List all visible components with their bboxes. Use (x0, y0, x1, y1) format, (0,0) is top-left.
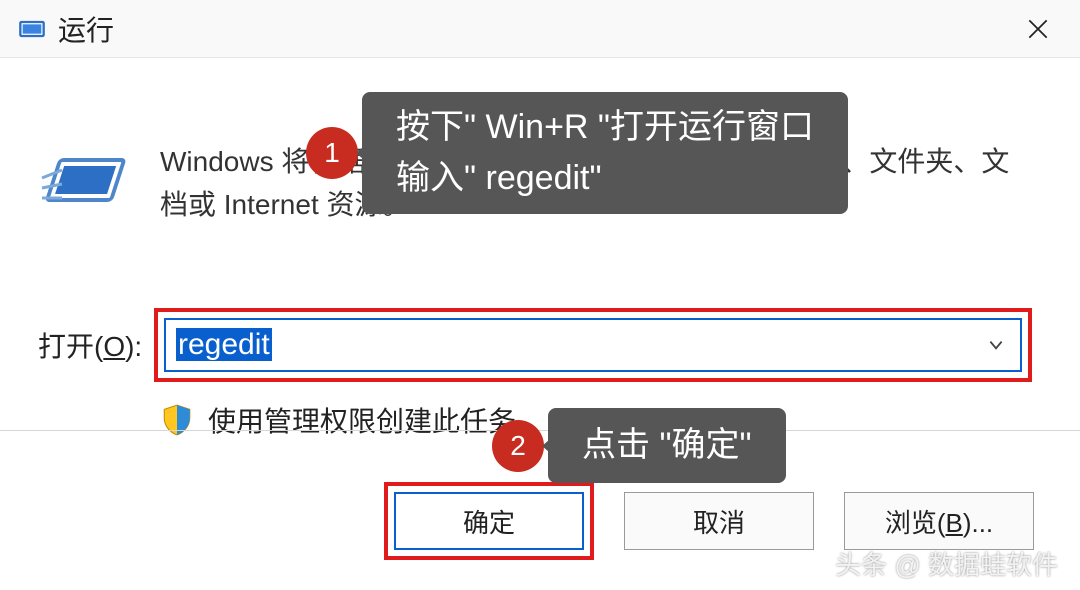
ok-button-label: 确定 (463, 503, 515, 540)
ok-button[interactable]: 确定 (394, 492, 584, 550)
close-icon (1025, 16, 1051, 42)
cancel-button-label: 取消 (693, 503, 745, 540)
cancel-button[interactable]: 取消 (624, 492, 814, 550)
callout-text-2: 点击 "确定" (548, 408, 786, 483)
callout-step-2: 2 点击 "确定" (492, 408, 786, 483)
close-button[interactable] (1002, 4, 1074, 54)
window-title: 运行 (58, 9, 114, 49)
open-row: 打开(O): regedit (38, 308, 1032, 382)
callout-step-1: 1 按下" Win+R "打开运行窗口 输入" regedit" (306, 92, 848, 214)
open-label-pre: 打开( (38, 331, 103, 362)
open-field-highlight: regedit (154, 308, 1032, 382)
watermark: 头条 @ 数据蛙软件 (835, 545, 1058, 582)
titlebar: 运行 (0, 0, 1080, 58)
chevron-down-icon[interactable] (982, 336, 1010, 354)
shield-icon (160, 403, 194, 437)
open-combobox[interactable]: regedit (164, 318, 1022, 372)
browse-button-label: 浏览(B)... (885, 503, 993, 540)
open-label-underline: O (103, 331, 125, 362)
browse-button[interactable]: 浏览(B)... (844, 492, 1034, 550)
open-label-post: ): (125, 331, 142, 362)
titlebar-left: 运行 (18, 9, 114, 49)
admin-note-row: 使用管理权限创建此任务。 (160, 400, 544, 440)
open-label: 打开(O): (38, 325, 146, 365)
run-small-icon (18, 15, 46, 43)
callout-text-1: 按下" Win+R "打开运行窗口 输入" regedit" (362, 92, 848, 214)
open-input[interactable]: regedit (176, 328, 982, 362)
open-input-selection: regedit (176, 328, 272, 361)
run-large-icon (40, 148, 136, 218)
ok-button-highlight: 确定 (384, 482, 594, 560)
